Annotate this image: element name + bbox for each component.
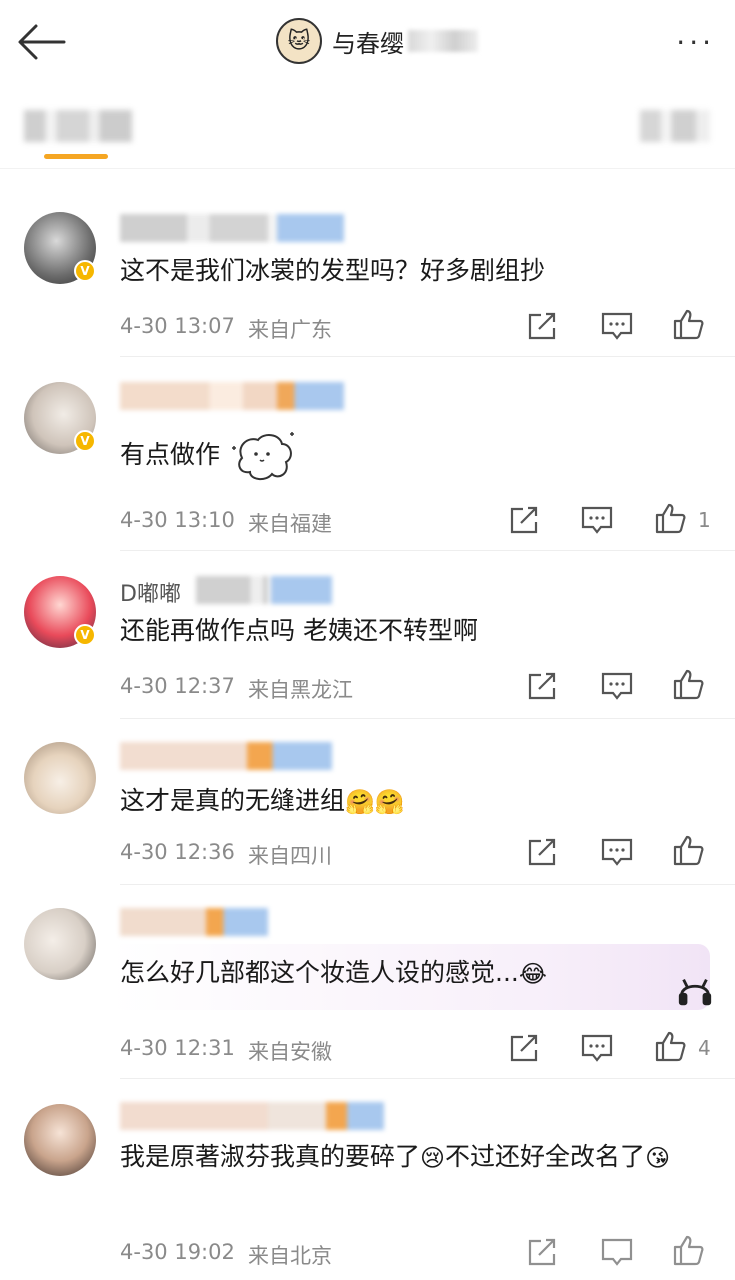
verified-badge-icon: V xyxy=(74,430,96,452)
verified-badge-icon: V xyxy=(74,624,96,646)
comment-icon[interactable] xyxy=(580,504,614,536)
comment-text: 有点做作 xyxy=(120,428,710,484)
comment-text: 这才是真的无缝进组🤗🤗 xyxy=(120,782,710,821)
username[interactable]: D嘟嘟 xyxy=(120,576,181,608)
avatar[interactable]: V xyxy=(24,576,96,648)
like-count: 1 xyxy=(698,508,711,532)
header-title[interactable]: 🐱 与春缨 xyxy=(276,18,478,64)
divider xyxy=(120,884,735,885)
verified-badge-icon: V xyxy=(74,260,96,282)
kiss-emoji-icon: 😘 xyxy=(645,1144,671,1172)
username-blurred[interactable] xyxy=(120,1102,384,1130)
comment-text-content: 怎么好几部都这个妆造人设的感觉... xyxy=(120,958,519,987)
like-icon[interactable] xyxy=(672,834,706,866)
comment-text: 怎么好几部都这个妆造人设的感觉...😂 xyxy=(120,954,710,993)
fluffy-dog-sticker-icon xyxy=(231,432,294,480)
blurred-name-part xyxy=(408,30,478,52)
comment-text: 还能再做作点吗 老姨还不转型啊 xyxy=(120,616,478,645)
comment-text-content: 这才是真的无缝进组 xyxy=(120,786,346,815)
top-bar: 🐱 与春缨 ··· xyxy=(0,0,735,82)
like-icon[interactable] xyxy=(654,502,688,534)
comment-location: 来自北京 xyxy=(248,1244,332,1268)
username-blurred[interactable] xyxy=(120,908,268,936)
comment-time: 4-30 12:37 xyxy=(120,674,235,698)
avatar[interactable]: V xyxy=(24,212,96,284)
like-count: 4 xyxy=(698,1036,711,1060)
comment-time: 4-30 13:10 xyxy=(120,508,235,532)
comment-icon[interactable] xyxy=(600,836,634,868)
username-blurred[interactable] xyxy=(120,214,344,242)
comment-location: 来自安徽 xyxy=(248,1040,332,1064)
bottom-blur-overlay xyxy=(500,1228,735,1280)
comment-icon[interactable] xyxy=(600,310,634,342)
like-icon[interactable] xyxy=(672,668,706,700)
divider xyxy=(120,550,735,551)
comment-text: 这不是我们冰裳的发型吗？好多剧组抄 xyxy=(120,256,546,285)
tab-blurred-right[interactable] xyxy=(640,110,710,142)
crying-emoji-icon: 😢 xyxy=(420,1144,446,1172)
account-avatar[interactable]: 🐱 xyxy=(276,18,322,64)
username-blurred[interactable] xyxy=(120,382,344,410)
avatar[interactable] xyxy=(24,908,96,980)
comment-text-content: 有点做作 xyxy=(120,440,221,469)
avatar[interactable] xyxy=(24,1104,96,1176)
comment-time: 4-30 13:07 xyxy=(120,314,235,338)
laughing-emoji-icon: 😂 xyxy=(518,960,547,988)
share-icon[interactable] xyxy=(526,310,560,342)
comment-icon[interactable] xyxy=(600,670,634,702)
back-arrow-icon[interactable] xyxy=(14,20,70,64)
comment-text: 我是原著淑芬我真的要碎了😢不过还好全改名了😘 xyxy=(120,1138,710,1177)
share-icon[interactable] xyxy=(526,670,560,702)
tab-blurred-left[interactable] xyxy=(24,110,132,142)
comment-text-content: 我是原著淑芬我真的要碎了 xyxy=(120,1142,421,1171)
divider xyxy=(120,1078,735,1079)
share-icon[interactable] xyxy=(508,504,542,536)
share-icon[interactable] xyxy=(508,1032,542,1064)
tab-bar xyxy=(0,82,735,169)
share-icon[interactable] xyxy=(526,836,560,868)
avatar[interactable] xyxy=(24,742,96,814)
cat-headphones-decoration-icon xyxy=(678,978,712,1006)
like-icon[interactable] xyxy=(654,1030,688,1062)
like-icon[interactable] xyxy=(672,308,706,340)
comment-time: 4-30 12:31 xyxy=(120,1036,235,1060)
username-blurred-part[interactable] xyxy=(196,576,332,604)
comment-time: 4-30 19:02 xyxy=(120,1240,235,1264)
comment-icon[interactable] xyxy=(580,1032,614,1064)
divider xyxy=(120,718,735,719)
account-name: 与春缨 xyxy=(332,29,404,58)
username-blurred[interactable] xyxy=(120,742,332,770)
hug-emoji-icon: 🤗🤗 xyxy=(345,788,405,816)
avatar[interactable]: V xyxy=(24,382,96,454)
divider xyxy=(120,356,735,357)
more-options-icon[interactable]: ··· xyxy=(676,26,715,59)
comment-text-continued: 不过还好全改名了 xyxy=(445,1142,646,1171)
comment-time: 4-30 12:36 xyxy=(120,840,235,864)
active-tab-indicator xyxy=(44,154,108,159)
comment-location: 来自广东 xyxy=(248,318,332,342)
comment-location: 来自四川 xyxy=(248,844,332,868)
comment-location: 来自黑龙江 xyxy=(248,678,353,702)
comment-location: 来自福建 xyxy=(248,512,332,536)
